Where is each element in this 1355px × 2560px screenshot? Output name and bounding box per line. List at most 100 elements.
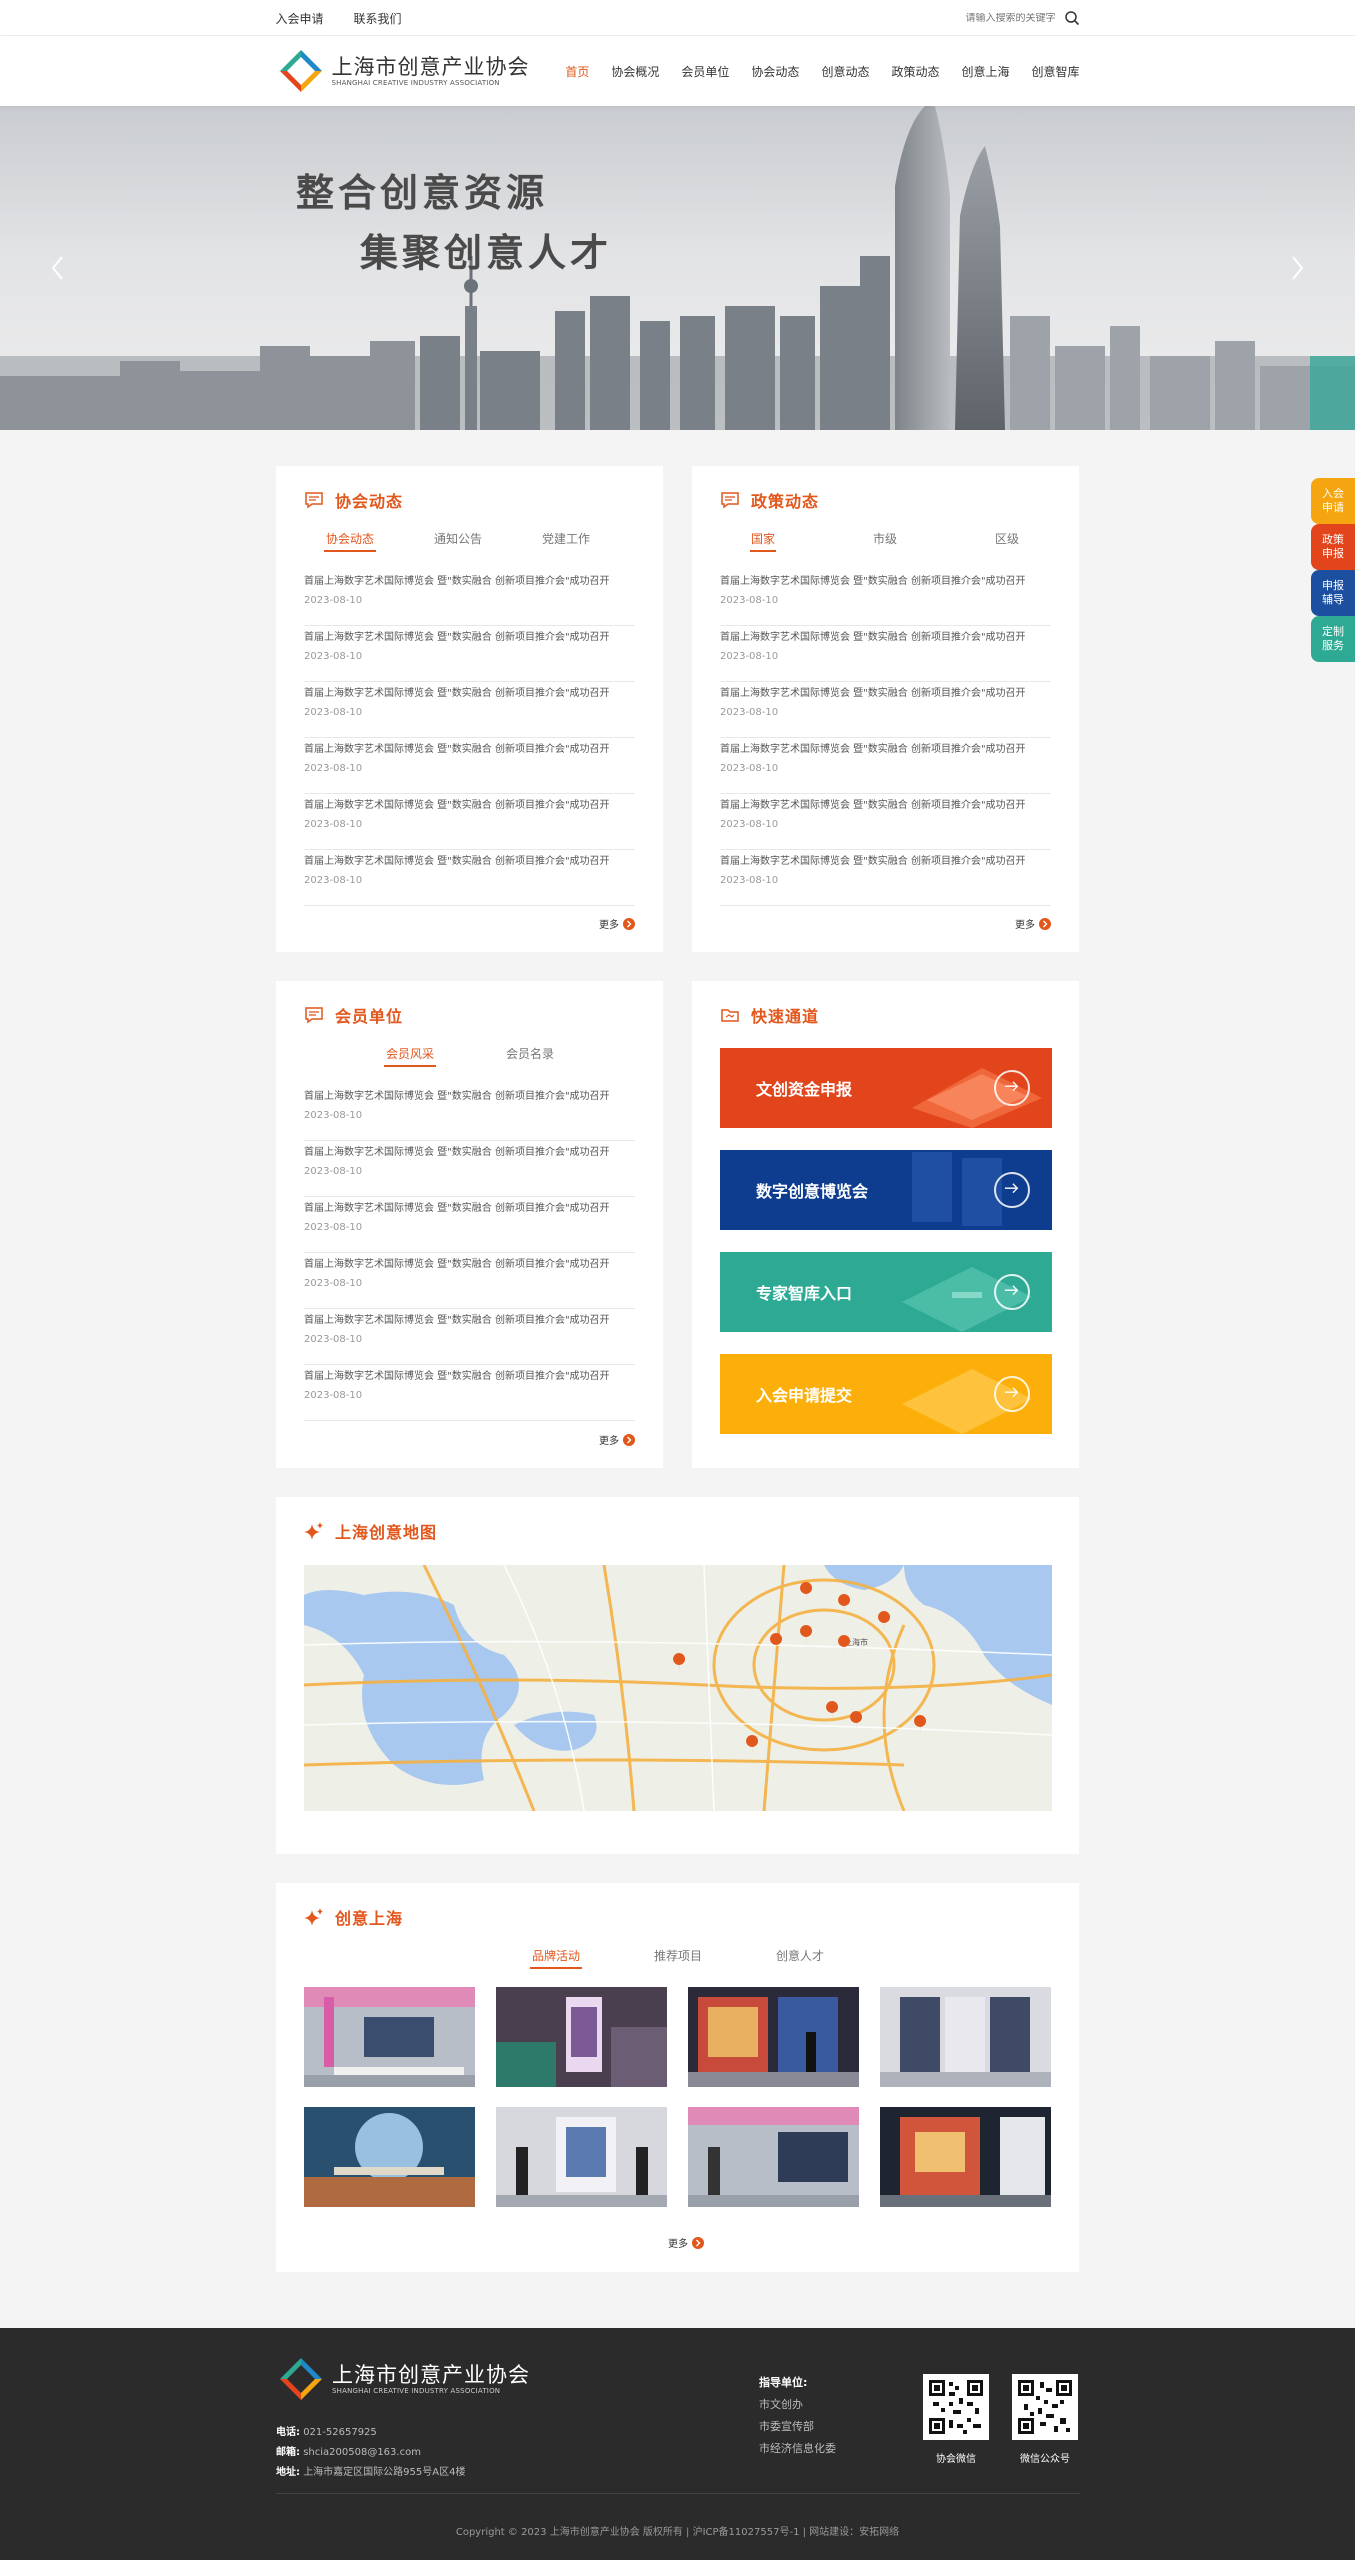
list-item[interactable]: 首届上海数字艺术国际博览会 暨"数实融合 创新项目推介会"成功召开 2023-08…	[720, 626, 1051, 682]
tab-recommended-projects[interactable]: 推荐项目	[652, 1947, 704, 1964]
tab-municipal[interactable]: 市级	[872, 530, 898, 547]
quick-btn-digital-expo[interactable]: 数字创意博览会	[720, 1150, 1052, 1230]
tab-member-showcase[interactable]: 会员风采	[384, 1045, 436, 1067]
tab-member-directory[interactable]: 会员名录	[504, 1045, 556, 1062]
list-item[interactable]: 首届上海数字艺术国际博览会 暨"数实融合 创新项目推介会"成功召开 2023-08…	[304, 1365, 635, 1421]
side-tab-custom[interactable]: 定制服务	[1311, 616, 1355, 662]
quick-btn-expert-think-tank[interactable]: 专家智库入口	[720, 1252, 1052, 1332]
news-title: 首届上海数字艺术国际博览会 暨"数实融合 创新项目推介会"成功召开	[304, 1147, 610, 1158]
guidance-item[interactable]: 市委宣传部	[759, 2416, 836, 2438]
list-item[interactable]: 首届上海数字艺术国际博览会 暨"数实融合 创新项目推介会"成功召开 2023-08…	[304, 794, 635, 850]
side-float-tabs: 入会申请 政策申报 申报辅导 定制服务	[1311, 478, 1355, 662]
nav-association-news[interactable]: 协会动态	[751, 63, 799, 80]
event-photo[interactable]	[688, 2107, 859, 2207]
site-logo[interactable]: 上海市创意产业协会 SHANGHAI CREATIVE INDUSTRY ASS…	[276, 46, 530, 96]
nav-creative-shanghai[interactable]: 创意上海	[961, 63, 1009, 80]
list-item[interactable]: 首届上海数字艺术国际博览会 暨"数实融合 创新项目推介会"成功召开 2023-08…	[720, 850, 1051, 906]
tab-creative-talent[interactable]: 创意人才	[774, 1947, 826, 1964]
arrow-right-circle-icon	[994, 1376, 1030, 1412]
email-value[interactable]: shcia200508@163.com	[303, 2447, 421, 2458]
nav-home[interactable]: 首页	[565, 63, 589, 80]
event-photo[interactable]	[304, 1987, 475, 2087]
tab-association-news[interactable]: 协会动态	[324, 530, 376, 552]
event-photo[interactable]	[880, 1987, 1051, 2087]
list-item[interactable]: 首届上海数字艺术国际博览会 暨"数实融合 创新项目推介会"成功召开 2023-08…	[720, 570, 1051, 626]
card-title: 创意上海	[335, 1909, 404, 1928]
list-item[interactable]: 首届上海数字艺术国际博览会 暨"数实融合 创新项目推介会"成功召开 2023-08…	[304, 738, 635, 794]
chat-icon	[305, 492, 323, 509]
nav-policy-news[interactable]: 政策动态	[891, 63, 939, 80]
event-photo[interactable]	[496, 2107, 667, 2207]
card-title: 会员单位	[335, 1007, 404, 1026]
search-input[interactable]	[959, 12, 1056, 24]
quick-access-card: 快速通道 文创资金申报 数字创意博览会 专家智库入口 入会申请提交	[692, 981, 1079, 1468]
quick-btn-label: 文创资金申报	[756, 1080, 853, 1099]
tab-notices[interactable]: 通知公告	[432, 530, 484, 547]
qr-code-icon	[1012, 2374, 1078, 2440]
footer-logo[interactable]: 上海市创意产业协会 SHANGHAI CREATIVE INDUSTRY ASS…	[276, 2354, 530, 2404]
guidance-item[interactable]: 市经济信息化委	[759, 2438, 836, 2460]
list-item[interactable]: 首届上海数字艺术国际博览会 暨"数实融合 创新项目推介会"成功召开 2023-08…	[304, 1141, 635, 1197]
arrow-right-circle-icon	[994, 1274, 1030, 1310]
tab-brand-events[interactable]: 品牌活动	[530, 1947, 582, 1969]
tab-district[interactable]: 区级	[994, 530, 1020, 547]
more-link[interactable]: 更多	[668, 2235, 704, 2250]
side-tab-join[interactable]: 入会申请	[1311, 478, 1355, 524]
card-title: 上海创意地图	[335, 1523, 438, 1542]
nav-members[interactable]: 会员单位	[681, 63, 729, 80]
event-photo[interactable]	[304, 2107, 475, 2207]
list-item[interactable]: 首届上海数字艺术国际博览会 暨"数实融合 创新项目推介会"成功召开 2023-08…	[304, 850, 635, 906]
nav-overview[interactable]: 协会概况	[611, 63, 659, 80]
list-item[interactable]: 首届上海数字艺术国际博览会 暨"数实融合 创新项目推介会"成功召开 2023-08…	[720, 738, 1051, 794]
members-card: 会员单位 会员风采 会员名录 首届上海数字艺术国际博览会 暨"数实融合 创新项目…	[276, 981, 663, 1468]
tab-national[interactable]: 国家	[750, 530, 776, 552]
guidance-item[interactable]: 市文创办	[759, 2394, 836, 2416]
list-item[interactable]: 首届上海数字艺术国际博览会 暨"数实融合 创新项目推介会"成功召开 2023-08…	[304, 1197, 635, 1253]
news-title: 首届上海数字艺术国际博览会 暨"数实融合 创新项目推介会"成功召开	[720, 576, 1026, 587]
news-date: 2023-08-10	[304, 595, 363, 606]
phone-value: 021-52657925	[303, 2427, 377, 2438]
event-photo[interactable]	[496, 1987, 667, 2087]
arrow-right-circle-icon	[1039, 917, 1051, 930]
contact-link[interactable]: 联系我们	[354, 10, 402, 27]
event-photo[interactable]	[880, 2107, 1051, 2207]
news-list: 首届上海数字艺术国际博览会 暨"数实融合 创新项目推介会"成功召开 2023-08…	[304, 570, 635, 906]
more-link[interactable]: 更多	[1015, 916, 1051, 931]
list-item[interactable]: 首届上海数字艺术国际博览会 暨"数实融合 创新项目推介会"成功召开 2023-08…	[304, 682, 635, 738]
sparkle-icon	[304, 1908, 323, 1926]
list-item[interactable]: 首届上海数字艺术国际博览会 暨"数实融合 创新项目推介会"成功召开 2023-08…	[720, 794, 1051, 850]
news-list: 首届上海数字艺术国际博览会 暨"数实融合 创新项目推介会"成功召开 2023-08…	[720, 570, 1051, 906]
list-item[interactable]: 首届上海数字艺术国际博览会 暨"数实融合 创新项目推介会"成功召开 2023-08…	[304, 570, 635, 626]
side-tab-guidance[interactable]: 申报辅导	[1311, 570, 1355, 616]
event-photo[interactable]	[688, 1987, 859, 2087]
list-item[interactable]: 首届上海数字艺术国际博览会 暨"数实融合 创新项目推介会"成功召开 2023-08…	[720, 682, 1051, 738]
list-item[interactable]: 首届上海数字艺术国际博览会 暨"数实融合 创新项目推介会"成功召开 2023-08…	[304, 1309, 635, 1365]
news-title: 首届上海数字艺术国际博览会 暨"数实融合 创新项目推介会"成功召开	[304, 856, 610, 867]
city-skyline-image	[0, 106, 1355, 430]
search-icon[interactable]	[1064, 10, 1080, 26]
more-link[interactable]: 更多	[599, 916, 635, 931]
card-header: 快速通道	[720, 1003, 819, 1027]
quick-btn-membership-submit[interactable]: 入会申请提交	[720, 1354, 1052, 1434]
shanghai-map[interactable]: 上海市	[304, 1565, 1052, 1811]
list-item[interactable]: 首届上海数字艺术国际博览会 暨"数实融合 创新项目推介会"成功召开 2023-08…	[304, 626, 635, 682]
join-link[interactable]: 入会申请	[276, 10, 324, 27]
email-label: 邮箱:	[276, 2447, 300, 2458]
news-date: 2023-08-10	[304, 1278, 363, 1289]
tab-party-building[interactable]: 党建工作	[540, 530, 592, 547]
policy-tabs: 国家 市级 区级	[750, 530, 1020, 552]
side-tab-policy[interactable]: 政策申报	[1311, 524, 1355, 570]
quick-btn-fund-application[interactable]: 文创资金申报	[720, 1048, 1052, 1128]
nav-creative-news[interactable]: 创意动态	[821, 63, 869, 80]
logo-mark-icon	[279, 50, 322, 92]
banner-prev-arrow-icon[interactable]	[48, 254, 68, 282]
list-item[interactable]: 首届上海数字艺术国际博览会 暨"数实融合 创新项目推介会"成功召开 2023-08…	[304, 1085, 635, 1141]
arrow-right-circle-icon	[623, 1433, 635, 1446]
list-item[interactable]: 首届上海数字艺术国际博览会 暨"数实融合 创新项目推介会"成功召开 2023-08…	[304, 1253, 635, 1309]
more-link[interactable]: 更多	[599, 1432, 635, 1447]
policy-news-card: 政策动态 国家 市级 区级 首届上海数字艺术国际博览会 暨"数实融合 创新项目推…	[692, 466, 1079, 952]
news-title: 首届上海数字艺术国际博览会 暨"数实融合 创新项目推介会"成功召开	[720, 744, 1026, 755]
banner-next-arrow-icon[interactable]	[1287, 254, 1307, 282]
nav-think-tank[interactable]: 创意智库	[1031, 63, 1079, 80]
arrow-right-circle-icon	[994, 1070, 1030, 1106]
